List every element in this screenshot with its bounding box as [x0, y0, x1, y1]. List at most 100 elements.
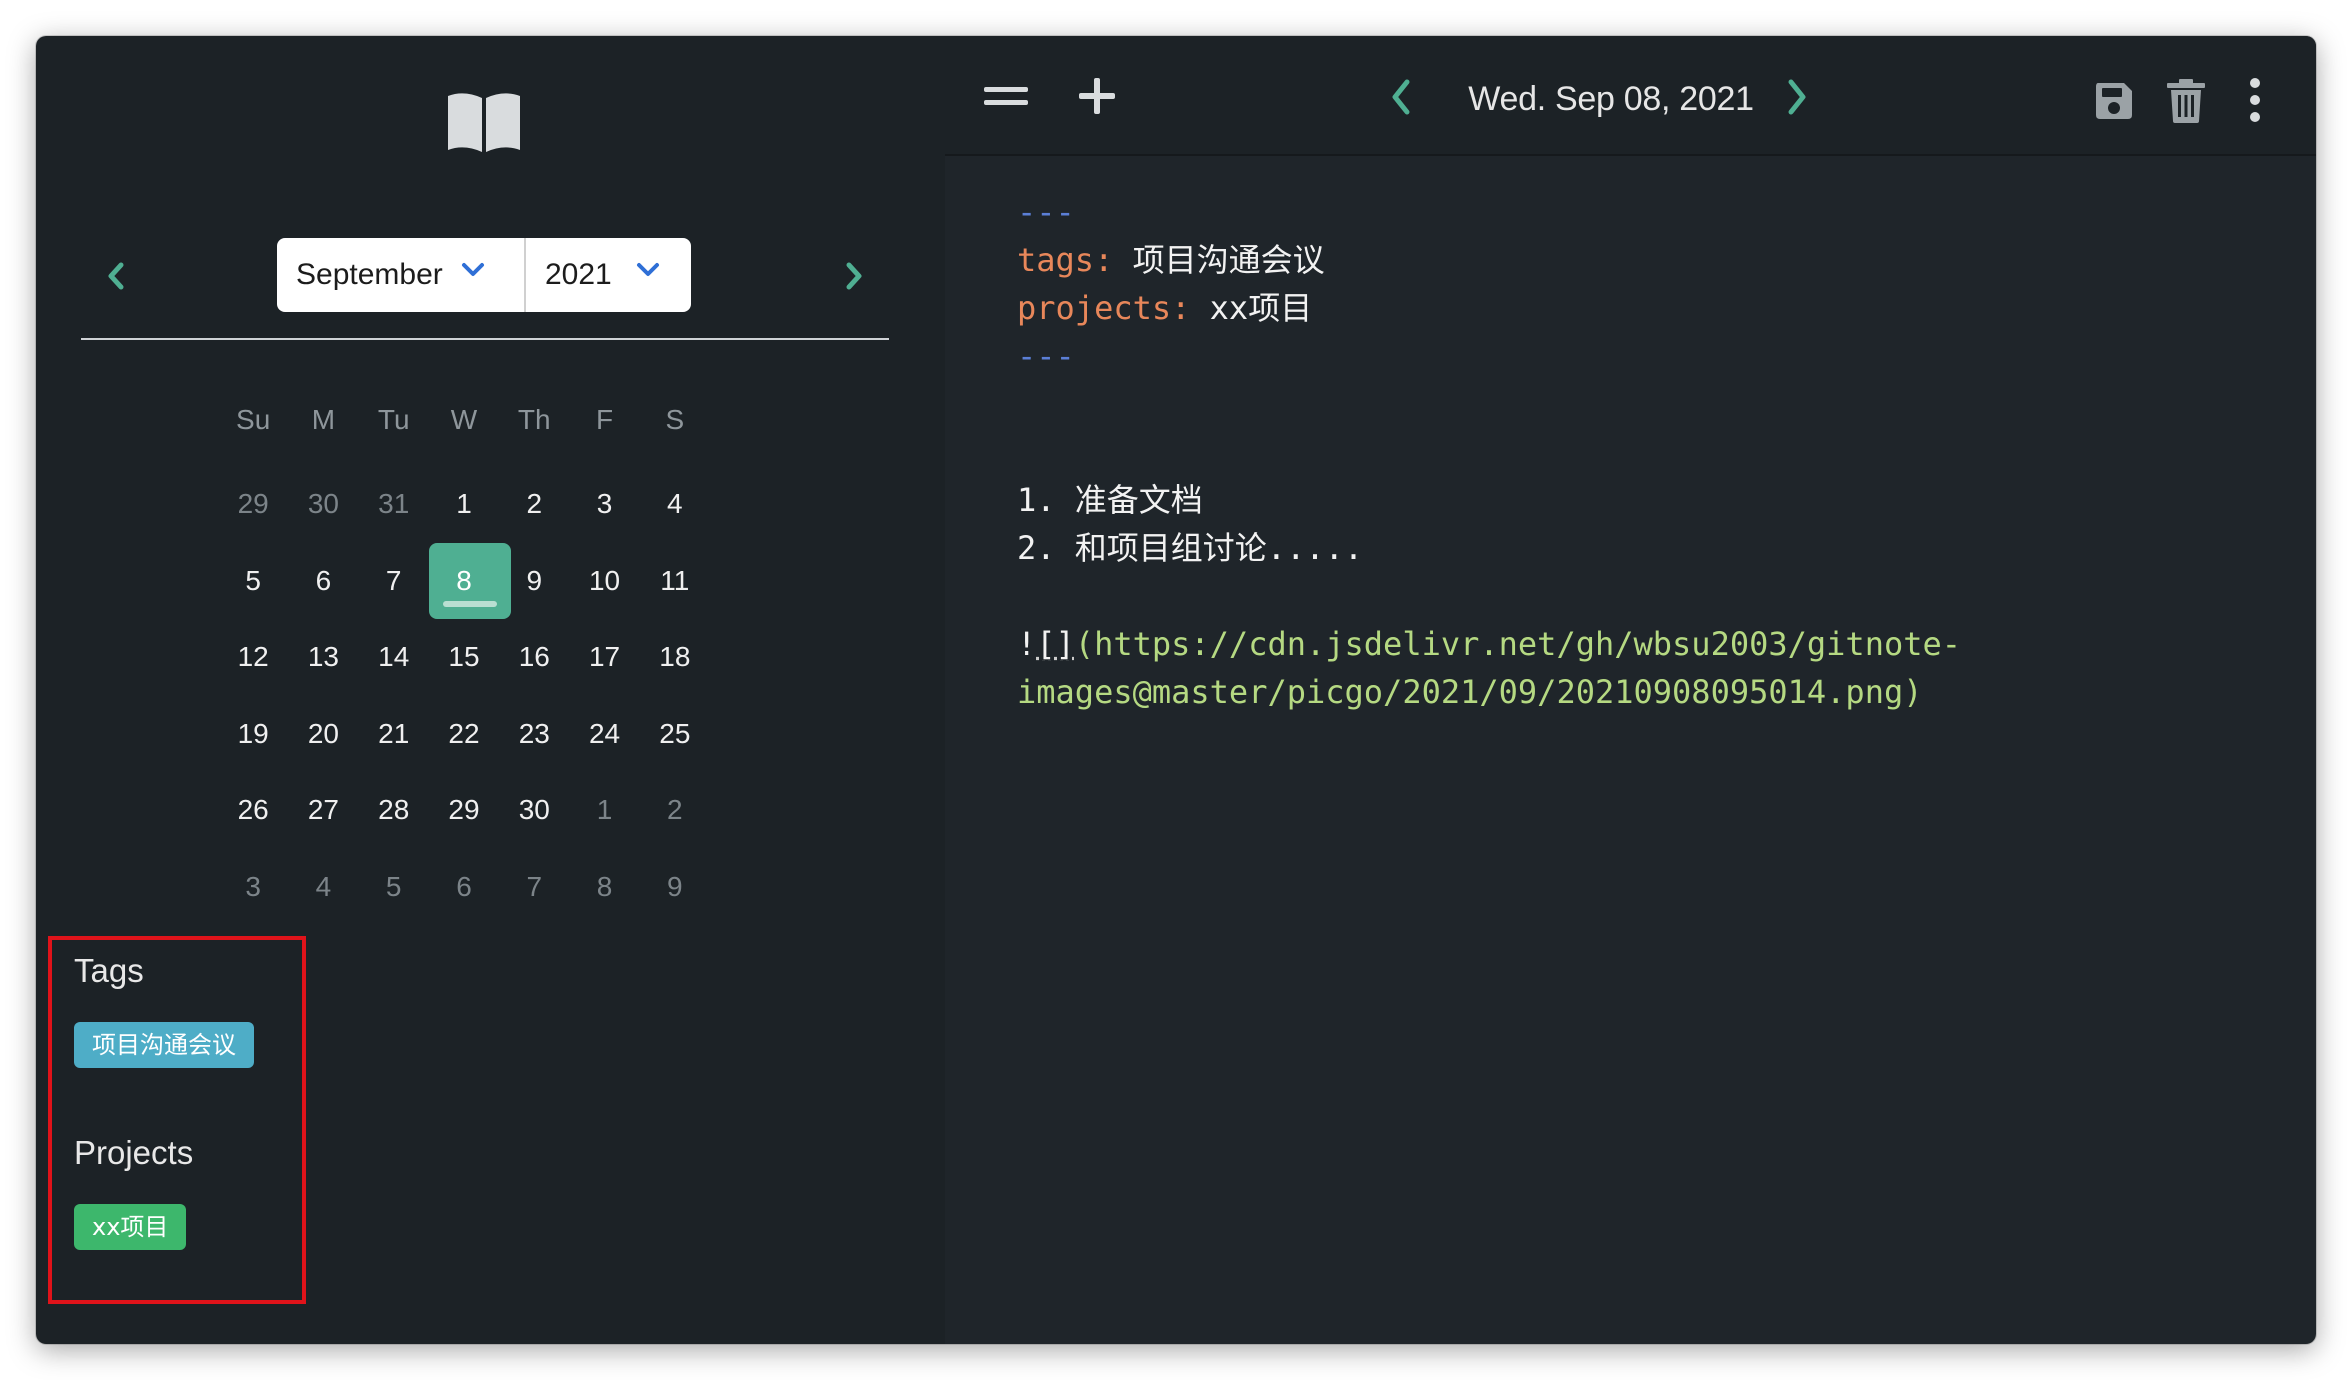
calendar-day-selected[interactable]: 8: [428, 542, 512, 619]
trash-icon: [2167, 79, 2205, 123]
calendar-day[interactable]: 9: [640, 849, 710, 925]
chevron-right-icon: [846, 262, 862, 290]
year-select-value: 2021: [545, 258, 612, 291]
calendar-day[interactable]: 25: [640, 696, 710, 772]
save-button[interactable]: [2093, 80, 2135, 122]
calendar-day[interactable]: 4: [640, 466, 710, 542]
frontmatter-key: projects:: [1017, 289, 1191, 327]
list-item: 1. 准备文档: [1017, 481, 1203, 519]
image-url[interactable]: (https://cdn.jsdelivr.net/gh/wbsu2003/gi…: [1075, 625, 1961, 663]
calendar-day[interactable]: 14: [359, 619, 429, 695]
frontmatter-tags-line: tags: 项目沟通会议: [1017, 236, 2316, 284]
calendar-day[interactable]: 20: [288, 696, 358, 772]
calendar-day[interactable]: 28: [359, 772, 429, 848]
calendar-day[interactable]: 5: [218, 543, 288, 619]
image-url-continued[interactable]: images@master/picgo/2021/09/202109080950…: [1017, 668, 2316, 716]
calendar-day[interactable]: 3: [569, 466, 639, 542]
calendar-day[interactable]: 23: [499, 696, 569, 772]
main-panel: Wed. Sep 08, 2021 --- tags: 项目沟通会议 proje…: [945, 36, 2316, 1344]
calendar-day[interactable]: 24: [569, 696, 639, 772]
add-entry-button[interactable]: [1075, 74, 1119, 118]
calendar-day[interactable]: 21: [359, 696, 429, 772]
chevron-down-icon: [637, 263, 659, 276]
calendar-week: 26 27 28 29 30 1 2: [218, 772, 710, 849]
prev-month-button[interactable]: [98, 252, 134, 300]
calendar-day[interactable]: 7: [499, 849, 569, 925]
frontmatter-open: ---: [1017, 193, 1075, 231]
current-date: Wed. Sep 08, 2021: [1468, 80, 1754, 118]
year-select[interactable]: 2021: [526, 238, 691, 312]
weekday-label: Tu: [377, 404, 410, 435]
calendar-day[interactable]: 18: [640, 619, 710, 695]
calendar-day[interactable]: 10: [569, 543, 639, 619]
calendar-week: 3 4 5 6 7 8 9: [218, 849, 710, 926]
frontmatter-close: ---: [1017, 337, 1075, 375]
more-options-button[interactable]: [2243, 78, 2267, 122]
toolbar: Wed. Sep 08, 2021: [945, 36, 2316, 156]
calendar-day[interactable]: 30: [499, 772, 569, 848]
calendar-day[interactable]: 31: [359, 466, 429, 542]
open-book-icon: [448, 93, 520, 152]
calendar-day[interactable]: 29: [218, 466, 288, 542]
calendar-day[interactable]: 15: [429, 619, 499, 695]
calendar-day[interactable]: 30: [288, 466, 358, 542]
image-link-line: ![](https://cdn.jsdelivr.net/gh/wbsu2003…: [1017, 620, 2316, 668]
calendar-day[interactable]: 26: [218, 772, 288, 848]
calendar-day[interactable]: 9: [499, 543, 569, 619]
weekday-label: F: [595, 404, 614, 435]
calendar-day[interactable]: 6: [429, 849, 499, 925]
weekday-label: M: [311, 404, 336, 435]
calendar-day[interactable]: 16: [499, 619, 569, 695]
calendar-week: 12 13 14 15 16 17 18: [218, 619, 710, 696]
month-year-selector: September 2021: [277, 238, 691, 312]
frontmatter-value: 项目沟通会议: [1113, 241, 1325, 279]
month-select-value: September: [296, 258, 443, 291]
tag-chip[interactable]: 项目沟通会议: [74, 1022, 254, 1068]
calendar-day[interactable]: 12: [218, 619, 288, 695]
next-day-button[interactable]: [1781, 76, 1813, 118]
calendar-day[interactable]: 3: [218, 849, 288, 925]
calendar-day[interactable]: 13: [288, 619, 358, 695]
calendar-day[interactable]: 22: [429, 696, 499, 772]
project-chip[interactable]: xx项目: [74, 1204, 187, 1250]
selected-day-number: 8: [456, 564, 472, 596]
app-window: September 2021 Su M Tu W Th F S 29 30 31…: [36, 36, 2316, 1344]
calendar-week: 5 6 7 8 9 10 11: [218, 542, 710, 620]
calendar-day[interactable]: 19: [218, 696, 288, 772]
calendar-day[interactable]: 2: [640, 772, 710, 848]
sidebar: September 2021 Su M Tu W Th F S 29 30 31…: [36, 36, 945, 1344]
calendar-day[interactable]: 7: [359, 543, 429, 619]
calendar-day[interactable]: 17: [569, 619, 639, 695]
calendar-day[interactable]: 29: [429, 772, 499, 848]
chevron-right-icon: [1788, 79, 1806, 115]
calendar-day[interactable]: 2: [499, 466, 569, 542]
prev-day-button[interactable]: [1385, 76, 1417, 118]
weekday-header: Su M Tu W Th F S: [218, 398, 710, 442]
calendar-week: 29 30 31 1 2 3 4: [218, 466, 710, 543]
markdown-editor[interactable]: --- tags: 项目沟通会议 projects: xx项目 --- 1. 准…: [1017, 188, 2316, 716]
calendar-day[interactable]: 1: [569, 772, 639, 848]
frontmatter-projects-line: projects: xx项目: [1017, 284, 2316, 332]
calendar-day[interactable]: 5: [359, 849, 429, 925]
image-alt-brackets: []: [1036, 625, 1075, 663]
plus-icon: [1079, 78, 1115, 114]
frontmatter-key: tags:: [1017, 241, 1114, 279]
calendar-day[interactable]: 6: [288, 543, 358, 619]
calendar-day[interactable]: 11: [640, 543, 710, 619]
calendar-day[interactable]: 1: [429, 466, 499, 542]
weekday-label: S: [665, 404, 685, 435]
month-select[interactable]: September: [277, 238, 526, 312]
hamburger-icon: [984, 87, 1028, 105]
image-prefix: !: [1017, 625, 1037, 663]
chevron-left-icon: [108, 262, 124, 290]
calendar-day[interactable]: 4: [288, 849, 358, 925]
calendar-day[interactable]: 27: [288, 772, 358, 848]
list-item: 2. 和项目组讨论.....: [1017, 529, 1364, 567]
menu-button[interactable]: [983, 78, 1029, 114]
chevron-left-icon: [1392, 79, 1410, 115]
next-month-button[interactable]: [836, 252, 872, 300]
calendar-day[interactable]: 8: [569, 849, 639, 925]
delete-button[interactable]: [2165, 78, 2207, 124]
